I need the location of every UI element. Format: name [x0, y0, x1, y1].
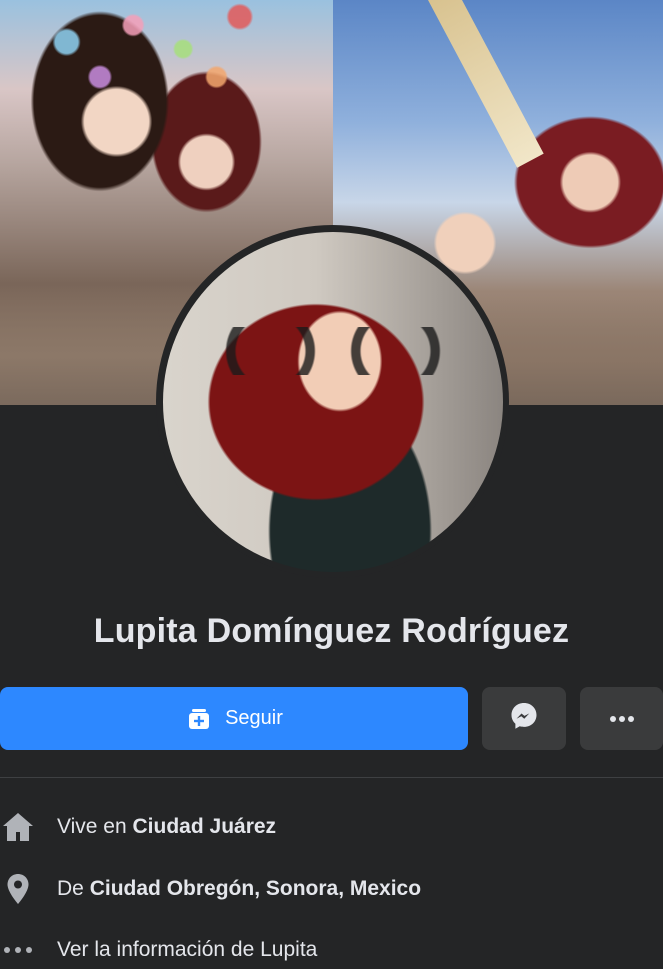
- lives-in-prefix: Vive en: [57, 815, 127, 838]
- info-from: De Ciudad Obregón, Sonora, Mexico: [0, 869, 663, 909]
- more-options-button[interactable]: [580, 687, 663, 750]
- profile-page: Lupita Domínguez Rodríguez Seguir Vive e…: [0, 0, 663, 969]
- location-pin-icon: [0, 871, 36, 907]
- messenger-icon: [509, 701, 539, 736]
- info-lives-in: Vive en Ciudad Juárez: [0, 807, 663, 847]
- section-divider: [0, 777, 663, 778]
- profile-picture[interactable]: [162, 231, 503, 572]
- from-prefix: De: [57, 877, 84, 900]
- messenger-button[interactable]: [482, 687, 566, 750]
- lives-in-city[interactable]: Ciudad Juárez: [133, 815, 277, 839]
- more-horizontal-icon: [609, 710, 635, 728]
- more-horizontal-small-icon: [0, 932, 36, 968]
- home-icon: [0, 809, 36, 845]
- follow-plus-icon: [185, 705, 213, 733]
- profile-actions: Seguir: [0, 687, 663, 750]
- see-about-info[interactable]: Ver la información de Lupita: [0, 930, 663, 969]
- profile-name: Lupita Domínguez Rodríguez: [93, 612, 570, 650]
- follow-button-label: Seguir: [225, 707, 283, 729]
- see-about-info-label[interactable]: Ver la información de Lupita: [57, 938, 317, 962]
- profile-picture-frame[interactable]: [156, 225, 509, 578]
- from-place[interactable]: Ciudad Obregón, Sonora, Mexico: [90, 877, 421, 901]
- follow-button[interactable]: Seguir: [0, 687, 468, 750]
